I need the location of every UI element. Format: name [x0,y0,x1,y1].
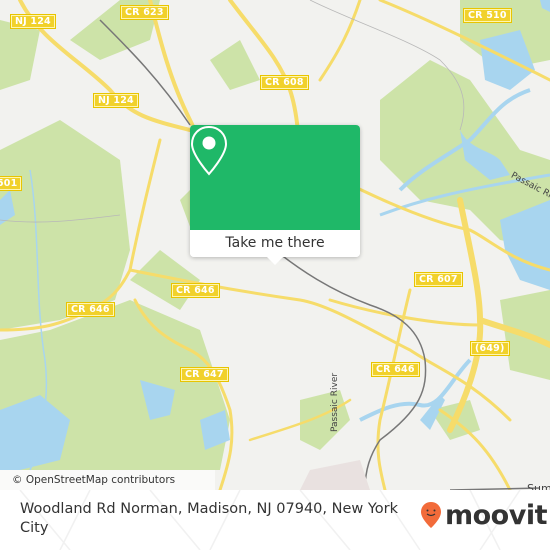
take-me-there-button[interactable]: Take me there [190,230,360,257]
road-label-cr649: (649) [470,341,510,356]
road-label-cr646-left: CR 646 [66,302,115,317]
road-label-cr646-right: CR 646 [371,362,420,377]
moovit-logo[interactable]: moovit [420,497,548,533]
moovit-smiley-pin-icon [421,502,441,528]
urban-area [300,460,370,490]
address-text: Woodland Rd Norman, Madison, NJ 07940, N… [20,501,399,536]
road-label-cr646-center: CR 646 [171,283,220,298]
place-label-summit: Sum [527,482,550,490]
map-canvas[interactable]: NJ 124 CR 623 CR 510 NJ 124 CR 608 501 C… [0,0,550,490]
road-label-cr608: CR 608 [260,75,309,90]
brand-name: moovit [445,499,548,531]
road-label-nj124-mid: NJ 124 [93,93,139,108]
road-label-cr647: CR 647 [180,367,229,382]
location-popup[interactable]: Take me there [190,125,360,265]
popup-header[interactable] [190,125,360,230]
road-label-cr501: 501 [0,176,23,191]
popup-pointer [266,256,284,265]
map-attribution[interactable]: © OpenStreetMap contributors [0,470,215,490]
map-pin-icon [190,125,228,176]
road-label-cr510: CR 510 [463,8,512,23]
road-label-nj124-top: NJ 124 [10,14,56,29]
river-label-passaic-s: Passaic River [330,372,340,432]
road-label-cr607: CR 607 [414,272,463,287]
road-label-cr623: CR 623 [120,5,169,20]
